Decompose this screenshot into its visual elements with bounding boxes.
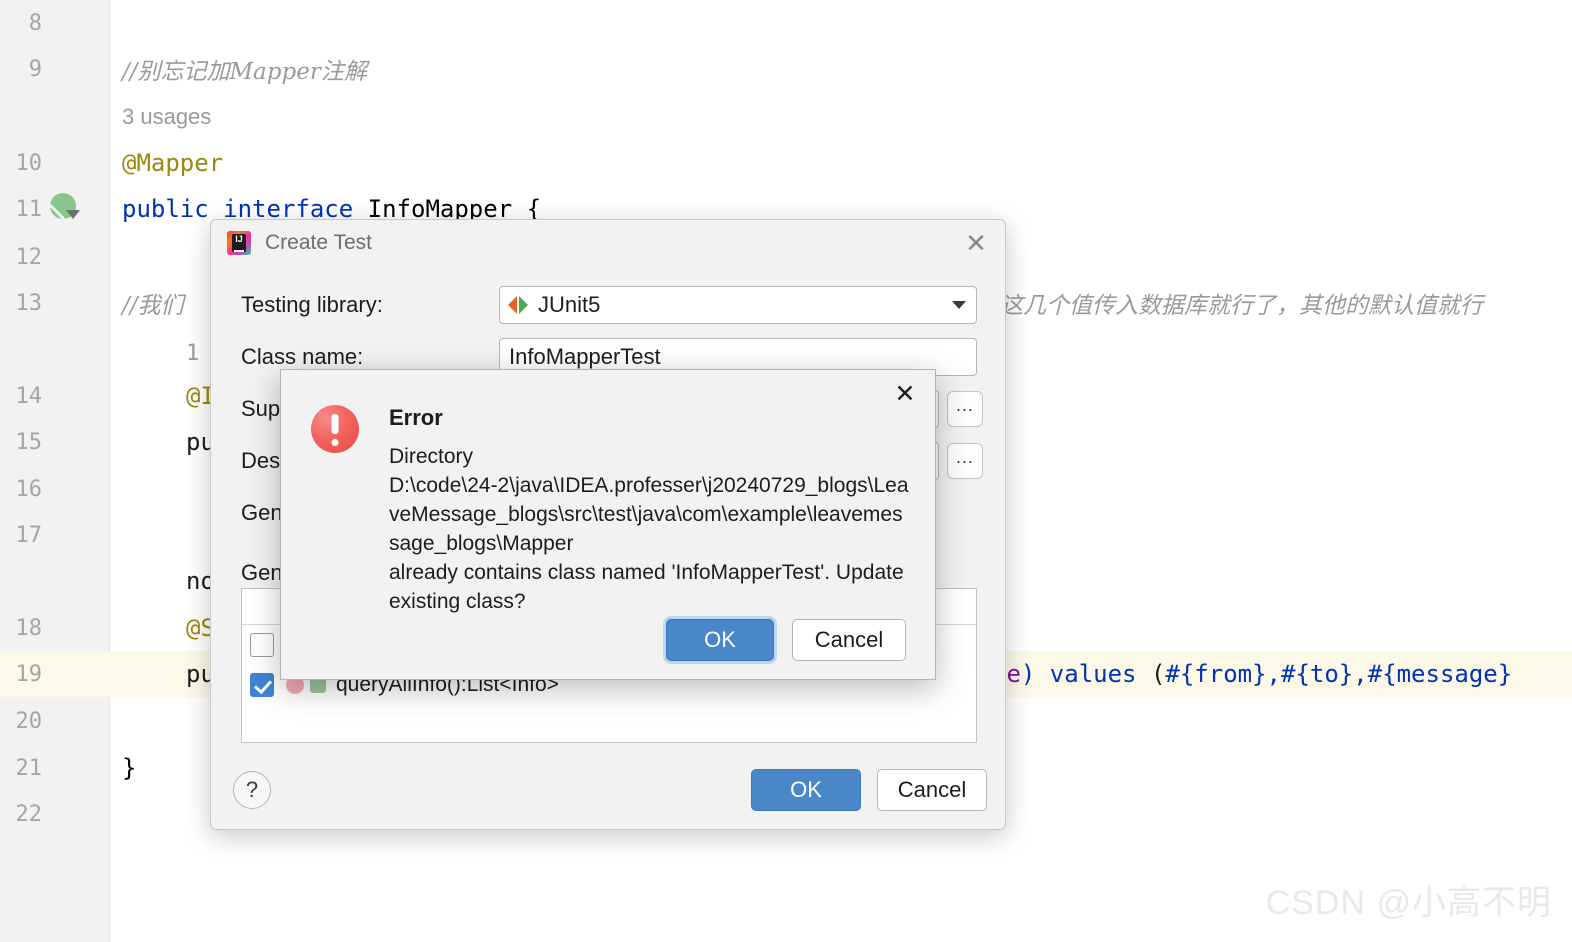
line-number: 12	[15, 244, 43, 270]
error-icon	[311, 405, 359, 453]
member-list-header-checkbox-column	[242, 588, 284, 625]
testing-library-label: Testing library:	[241, 292, 383, 317]
error-icon-dot	[331, 439, 339, 446]
code-comment-line13-tail: 这几个值传入数据库就行了，其他的默认值就行	[1000, 293, 1483, 319]
code-comment-line13: //我们	[122, 293, 184, 319]
class-name-label: Class name:	[241, 344, 364, 369]
error-ok-button[interactable]: OK	[666, 619, 774, 661]
editor-gutter[interactable]: 8 9 10 11 12 13 14 15 16 17 18 19 20 21 …	[0, 0, 110, 942]
error-dialog[interactable]: ✕ Error Directory D:\code\24-2\java\IDEA…	[280, 369, 936, 680]
line-number: 19	[0, 651, 110, 697]
destination-browse-button[interactable]: ...	[947, 443, 983, 479]
line-number: 20	[15, 708, 43, 734]
close-icon[interactable]: ✕	[961, 228, 991, 258]
error-cancel-button[interactable]: Cancel	[792, 619, 906, 661]
usages-hint[interactable]: 3 usages	[122, 104, 211, 130]
indent-marker: 1	[186, 341, 200, 366]
intellij-idea-icon-bar	[234, 250, 244, 252]
csdn-watermark: CSDN @小高不明	[1265, 884, 1552, 922]
dialog-footer: ? OK Cancel	[211, 753, 1007, 829]
help-button[interactable]: ?	[233, 771, 271, 809]
superclass-browse-button[interactable]: ...	[947, 391, 983, 427]
junit-icon	[508, 295, 528, 315]
code-comment-line9: //别忘记加Mapper注解	[122, 59, 367, 85]
testing-library-combobox[interactable]: JUnit5	[499, 286, 977, 324]
run-gutter-icon[interactable]	[48, 191, 80, 223]
line-number: 21	[15, 755, 43, 781]
code-keyword-public: public	[122, 195, 209, 223]
line-number: 14	[15, 383, 43, 409]
error-message: Directory D:\code\24-2\java\IDEA.profess…	[389, 445, 909, 613]
screen-root: 8 9 10 11 12 13 14 15 16 17 18 19 20 21 …	[0, 0, 1572, 942]
line-number: 15	[15, 429, 43, 455]
code-brace-close: }	[122, 754, 137, 782]
ok-button[interactable]: OK	[751, 769, 861, 811]
member-checkbox[interactable]	[250, 633, 274, 657]
line-number: 18	[15, 615, 43, 641]
line-number: 22	[15, 801, 43, 827]
line-number: 10	[15, 150, 43, 176]
intellij-idea-icon: IJ	[227, 231, 251, 255]
error-icon-exclamation	[331, 414, 339, 434]
dialog-titlebar: IJ Create Test ✕	[211, 220, 1005, 266]
line-number: 13	[15, 290, 43, 316]
dialog-title: Create Test	[265, 231, 372, 254]
chevron-down-icon	[66, 210, 80, 219]
line-number: 9	[28, 56, 42, 82]
error-title: Error	[389, 405, 443, 430]
cancel-button[interactable]: Cancel	[877, 769, 987, 811]
testing-library-value: JUnit5	[538, 292, 601, 317]
member-checkbox[interactable]	[250, 673, 274, 697]
close-icon[interactable]: ✕	[891, 380, 919, 408]
code-annotation-mapper: @Mapper	[122, 149, 224, 177]
line-number: 8	[28, 10, 42, 36]
line-number: 17	[15, 522, 43, 548]
testing-library-row: Testing library: JUnit5	[211, 286, 1007, 324]
chevron-down-icon[interactable]	[952, 301, 966, 309]
line-number: 16	[15, 476, 43, 502]
